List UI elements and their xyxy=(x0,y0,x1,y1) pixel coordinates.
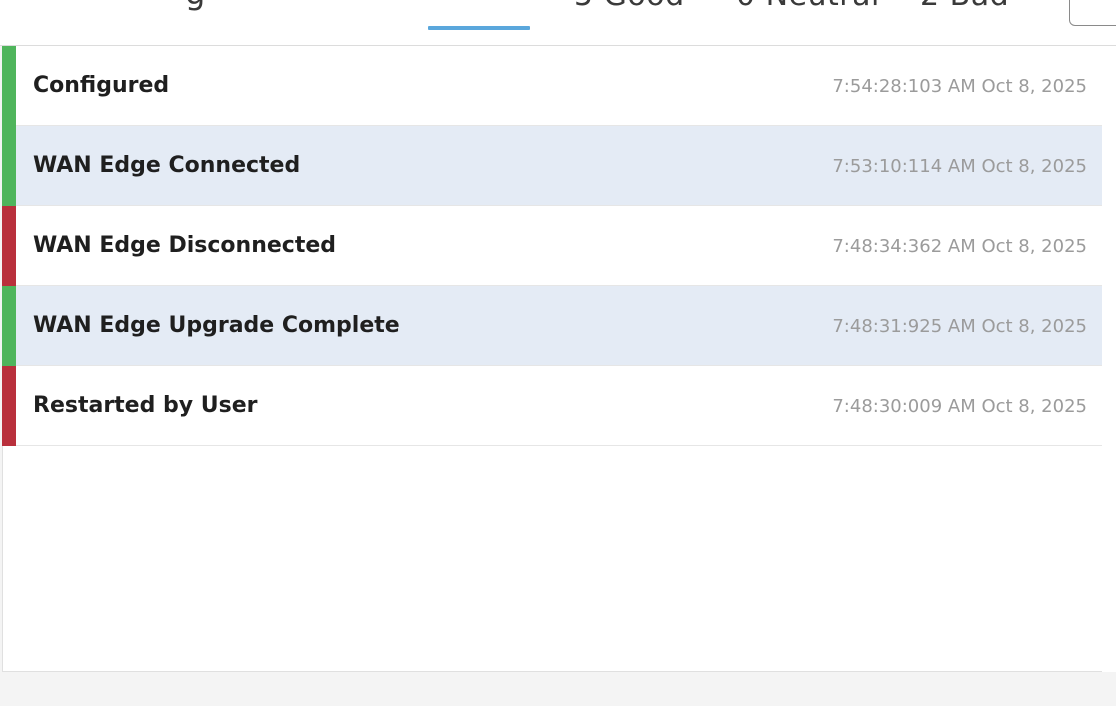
event-row[interactable]: WAN Edge Connected 7:53:10:114 AM Oct 8,… xyxy=(2,126,1103,206)
severity-indicator xyxy=(2,286,16,366)
tab-bad[interactable]: 2 Bad xyxy=(920,0,1009,13)
severity-indicator xyxy=(2,126,16,206)
tab-neutral[interactable]: 0 Neutral xyxy=(736,0,880,13)
event-filter-tabs: g 5 Good 0 Neutral 2 Bad xyxy=(0,0,1116,46)
selected-tab-indicator[interactable] xyxy=(428,26,530,30)
tab-good[interactable]: 5 Good xyxy=(574,0,685,13)
tab-all[interactable]: g xyxy=(185,0,206,12)
event-name: WAN Edge Connected xyxy=(33,153,301,178)
event-row[interactable]: WAN Edge Upgrade Complete 7:48:31:925 AM… xyxy=(2,286,1103,366)
toolbar-button[interactable] xyxy=(1069,0,1116,26)
severity-indicator xyxy=(2,206,16,286)
event-name: WAN Edge Disconnected xyxy=(33,233,337,258)
event-row[interactable]: Configured 7:54:28:103 AM Oct 8, 2025 xyxy=(2,46,1103,126)
severity-indicator xyxy=(2,46,16,126)
event-timestamp: 7:54:28:103 AM Oct 8, 2025 xyxy=(832,76,1087,97)
event-timestamp: 7:53:10:114 AM Oct 8, 2025 xyxy=(832,156,1087,177)
event-row[interactable]: Restarted by User 7:48:30:009 AM Oct 8, … xyxy=(2,366,1103,446)
event-row[interactable]: WAN Edge Disconnected 7:48:34:362 AM Oct… xyxy=(2,206,1103,286)
event-timestamp: 7:48:31:925 AM Oct 8, 2025 xyxy=(832,316,1087,337)
panel-edge xyxy=(1102,46,1116,672)
event-list: Configured 7:54:28:103 AM Oct 8, 2025 WA… xyxy=(2,46,1103,672)
event-name: Restarted by User xyxy=(33,393,258,418)
event-timestamp: 7:48:34:362 AM Oct 8, 2025 xyxy=(832,236,1087,257)
event-name: WAN Edge Upgrade Complete xyxy=(33,313,400,338)
event-timestamp: 7:48:30:009 AM Oct 8, 2025 xyxy=(832,396,1087,417)
event-name: Configured xyxy=(33,73,170,98)
severity-indicator xyxy=(2,366,16,446)
